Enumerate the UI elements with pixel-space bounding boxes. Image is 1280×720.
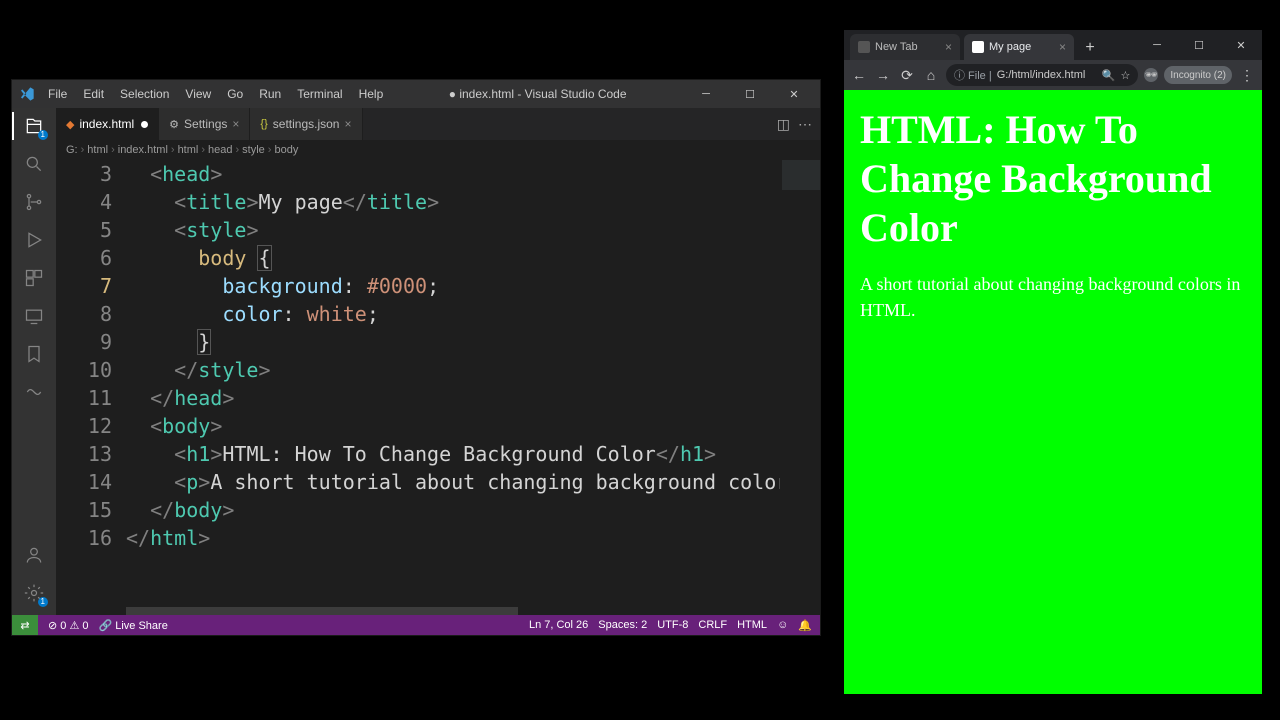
close-tab-icon[interactable]: × (945, 40, 952, 54)
vscode-logo-icon (18, 85, 36, 103)
forward-button[interactable]: → (874, 66, 892, 84)
reload-button[interactable]: ⟳ (898, 66, 916, 84)
menu-file[interactable]: File (42, 85, 73, 103)
breadcrumb-item[interactable]: G: (66, 144, 78, 156)
vscode-menu-bar: FileEditSelectionViewGoRunTerminal Help (42, 85, 389, 103)
url-text: G:/html/index.html (997, 69, 1086, 81)
search-in-page-icon[interactable]: 🔍 (1102, 69, 1116, 82)
breadcrumb-item[interactable]: style (242, 144, 265, 156)
activity-bar: 1 1 (12, 108, 56, 615)
extensions-icon[interactable] (20, 264, 48, 292)
editor-tab[interactable]: ◆ index.html (56, 108, 159, 140)
menu-edit[interactable]: Edit (77, 85, 110, 103)
maximize-button[interactable]: ☐ (1178, 30, 1220, 60)
editor-tab-bar: ◆index.html⚙Settings×{}settings.json× ◫ … (56, 108, 820, 140)
chrome-window: New Tab × My page × + ─ ☐ ✕ ← → ⟳ ⌂ ⓘ File … (844, 30, 1262, 694)
more-actions-icon[interactable]: ⋯ (798, 116, 812, 133)
liveshare-status[interactable]: 🔗 Live Share (98, 619, 167, 632)
vscode-window-title: ● index.html - Visual Studio Code (389, 87, 686, 101)
home-button[interactable]: ⌂ (922, 66, 940, 84)
site-info-icon: ⓘ File | (954, 67, 992, 83)
split-editor-icon[interactable]: ◫ (777, 116, 790, 133)
menu-terminal[interactable]: Terminal (291, 85, 348, 103)
browser-tab[interactable]: My page × (964, 34, 1074, 60)
encoding-status[interactable]: UTF-8 (657, 619, 688, 631)
eol-status[interactable]: CRLF (698, 619, 727, 631)
tab-label: index.html (79, 117, 134, 131)
page-paragraph: A short tutorial about changing backgrou… (860, 272, 1246, 322)
remote-indicator[interactable]: ⇄ (12, 615, 38, 635)
incognito-badge[interactable]: Incognito (2) (1164, 66, 1232, 84)
vscode-window: FileEditSelectionViewGoRunTerminal Help ●… (12, 80, 820, 635)
file-icon: {} (260, 118, 267, 130)
menu-help[interactable]: Help (353, 85, 390, 103)
breadcrumb-item[interactable]: body (274, 144, 298, 156)
maximize-button[interactable]: ☐ (730, 82, 770, 106)
editor-tab[interactable]: ⚙ Settings × (159, 108, 250, 140)
settings-gear-icon[interactable]: 1 (20, 579, 48, 607)
bookmark-icon[interactable] (20, 340, 48, 368)
notifications-icon[interactable]: 🔔 (798, 619, 812, 632)
chrome-menu-button[interactable]: ⋮ (1238, 66, 1256, 84)
problems-status[interactable]: ⊘ 0 ⚠ 0 (48, 619, 88, 632)
favicon-icon (972, 41, 984, 53)
incognito-icon: 🕶 (1144, 68, 1158, 82)
search-icon[interactable] (20, 150, 48, 178)
minimap[interactable] (780, 160, 820, 615)
minimize-button[interactable]: ─ (1136, 30, 1178, 60)
account-icon[interactable] (20, 541, 48, 569)
address-bar[interactable]: ⓘ File | G:/html/index.html 🔍 ☆ (946, 64, 1138, 86)
new-tab-button[interactable]: + (1078, 36, 1102, 60)
breadcrumb[interactable]: G: › html › index.html › html › head › s… (56, 140, 820, 160)
language-status[interactable]: HTML (737, 619, 767, 631)
page-heading: HTML: How To Change Background Color (860, 106, 1246, 252)
breadcrumb-item[interactable]: head (208, 144, 232, 156)
horizontal-scrollbar[interactable] (126, 607, 780, 615)
tab-label: My page (989, 41, 1031, 53)
close-tab-icon[interactable]: × (1059, 40, 1066, 54)
breadcrumb-item[interactable]: html (87, 144, 108, 156)
menu-view[interactable]: View (179, 85, 217, 103)
chrome-tab-strip: New Tab × My page × + ─ ☐ ✕ (844, 30, 1262, 60)
breadcrumb-item[interactable]: index.html (118, 144, 168, 156)
run-debug-icon[interactable] (20, 226, 48, 254)
menu-selection[interactable]: Selection (114, 85, 175, 103)
status-bar: ⇄ ⊘ 0 ⚠ 0 🔗 Live Share Ln 7, Col 26 Spac… (12, 615, 820, 635)
file-icon: ◆ (66, 118, 74, 131)
dirty-indicator-icon (141, 121, 148, 128)
favicon-icon (858, 41, 870, 53)
editor-tab[interactable]: {} settings.json × (250, 108, 362, 140)
menu-run[interactable]: Run (253, 85, 287, 103)
close-tab-icon[interactable]: × (232, 117, 239, 131)
menu-go[interactable]: Go (221, 85, 249, 103)
page-viewport: HTML: How To Change Background Color A s… (844, 90, 1262, 694)
browser-tab[interactable]: New Tab × (850, 34, 960, 60)
explorer-icon[interactable]: 1 (20, 112, 48, 140)
back-button[interactable]: ← (850, 66, 868, 84)
minimize-button[interactable]: ─ (686, 82, 726, 106)
vscode-titlebar[interactable]: FileEditSelectionViewGoRunTerminal Help ●… (12, 80, 820, 108)
breadcrumb-item[interactable]: html (178, 144, 199, 156)
tab-label: Settings (184, 117, 227, 131)
file-icon: ⚙ (169, 118, 179, 131)
feedback-icon[interactable]: ☺ (777, 619, 788, 631)
liveshare-icon[interactable] (20, 378, 48, 406)
close-tab-icon[interactable]: × (344, 117, 351, 131)
indent-status[interactable]: Spaces: 2 (598, 619, 647, 631)
close-button[interactable]: ✕ (1220, 30, 1262, 60)
close-button[interactable]: ✕ (774, 82, 814, 106)
bookmark-star-icon[interactable]: ☆ (1121, 69, 1131, 82)
tab-label: settings.json (273, 117, 340, 131)
chrome-toolbar: ← → ⟳ ⌂ ⓘ File | G:/html/index.html 🔍 ☆ … (844, 60, 1262, 90)
source-control-icon[interactable] (20, 188, 48, 216)
cursor-position[interactable]: Ln 7, Col 26 (529, 619, 588, 631)
remote-icon[interactable] (20, 302, 48, 330)
tab-label: New Tab (875, 41, 918, 53)
code-editor[interactable]: 345678910111213141516 <head> <title>My p… (56, 160, 820, 615)
